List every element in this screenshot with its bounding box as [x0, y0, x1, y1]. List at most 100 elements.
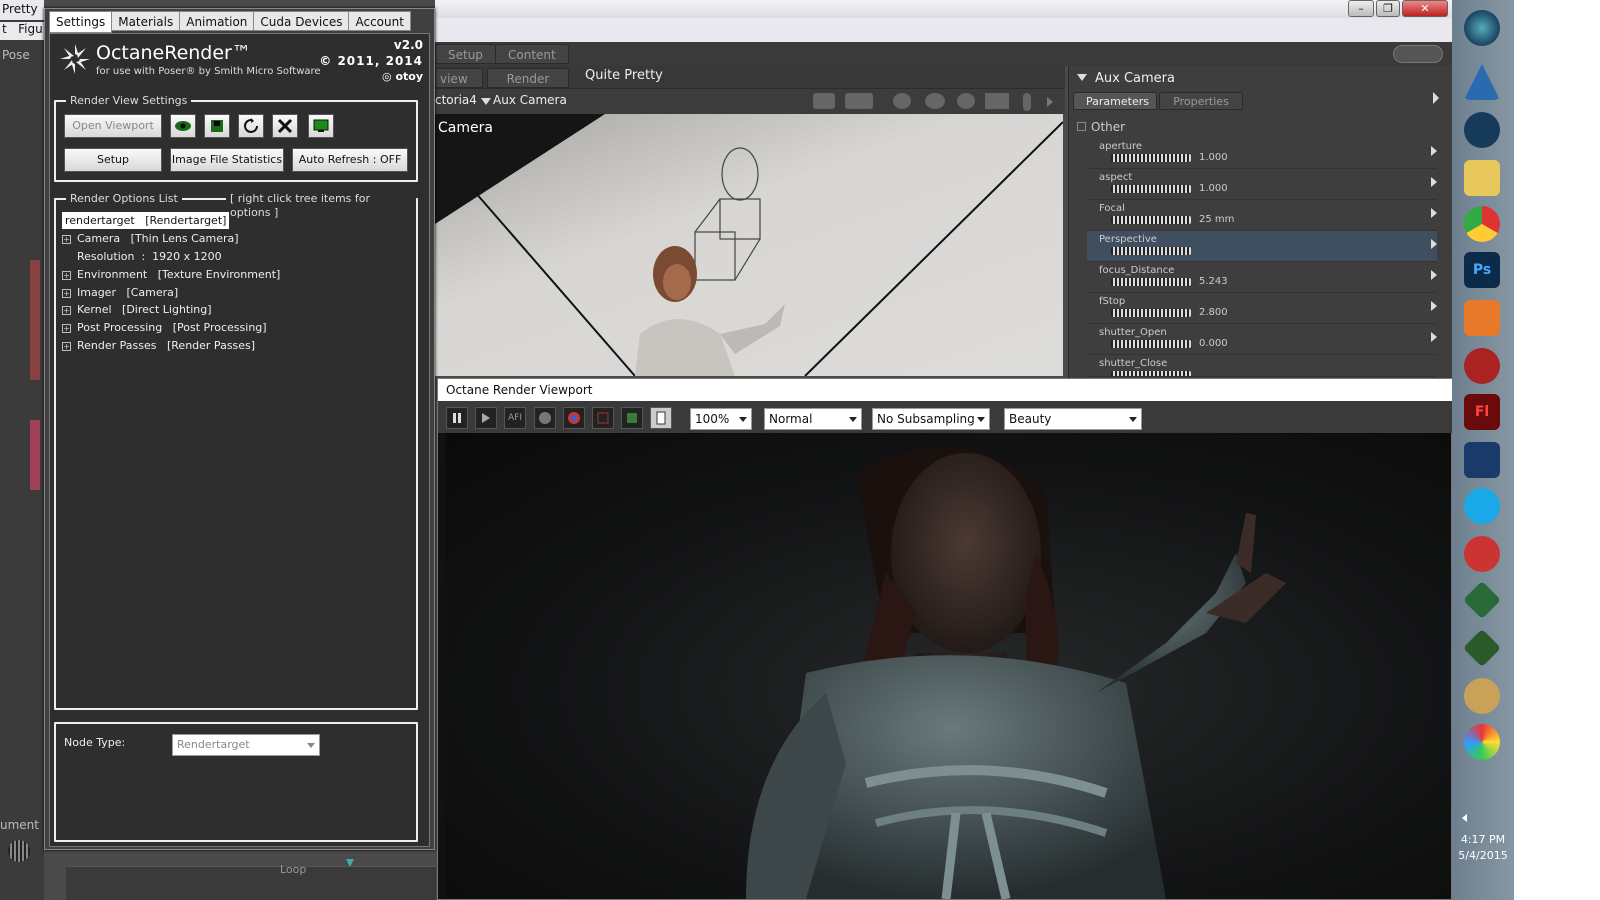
dial-icon[interactable] [1111, 154, 1191, 162]
dial-icon[interactable] [1111, 340, 1191, 348]
tab-properties[interactable]: Properties [1159, 92, 1243, 110]
tree-item-camera[interactable]: + Camera [Thin Lens Camera] [62, 230, 239, 247]
tab-animation[interactable]: Animation [179, 11, 255, 31]
chrome-icon[interactable] [1456, 202, 1508, 246]
chevron-right-icon[interactable] [1431, 301, 1437, 311]
param-aspect[interactable]: aspect 1.000 [1087, 169, 1437, 200]
stop-render-icon[interactable] [272, 114, 298, 138]
chevron-right-icon[interactable] [1431, 270, 1437, 280]
color-wheel-icon[interactable] [563, 407, 585, 429]
poser-3d-viewport[interactable]: Camera [435, 114, 1063, 376]
sketch-app-icon[interactable] [1456, 60, 1508, 104]
region-icon[interactable] [592, 407, 614, 429]
param-aperture[interactable]: aperture 1.000 [1087, 138, 1437, 169]
scale-icon[interactable] [1023, 93, 1031, 111]
media-player-icon[interactable] [1456, 296, 1508, 340]
maximize-button[interactable]: ❐ [1376, 0, 1400, 17]
setup-button[interactable]: Setup [64, 148, 162, 172]
tree-root-rendertarget[interactable]: rendertarget [Rendertarget] [62, 212, 230, 229]
system-clock[interactable]: 4:17 PM 5/4/2015 [1452, 832, 1514, 864]
chevron-right-icon[interactable] [1431, 177, 1437, 187]
tab-settings[interactable]: Settings [49, 11, 113, 33]
minimize-button[interactable]: – [1348, 0, 1374, 17]
group-collapse-icon[interactable] [1077, 122, 1086, 131]
expand-icon[interactable]: + [62, 305, 71, 315]
node-type-select[interactable]: Rendertarget [172, 734, 320, 756]
param-perspective[interactable]: Perspective [1087, 231, 1437, 262]
chevron-right-icon[interactable] [1431, 208, 1437, 218]
chevron-right-icon[interactable] [1431, 239, 1437, 249]
excel-red-icon[interactable] [1456, 578, 1508, 622]
tree-item-environment[interactable]: + Environment [Texture Environment] [62, 266, 280, 283]
chevron-down-icon[interactable] [1129, 417, 1137, 422]
render-output-canvas[interactable] [446, 433, 1451, 899]
chevron-down-icon[interactable] [739, 417, 747, 422]
tab-materials[interactable]: Materials [111, 11, 181, 31]
shield-app-icon[interactable] [1456, 532, 1508, 576]
poser-menu-fragment[interactable]: t Figu [0, 22, 44, 40]
paint-icon[interactable] [1456, 720, 1508, 764]
param-focal[interactable]: Focal 25 mm [1087, 200, 1437, 231]
save-image-icon[interactable] [204, 114, 230, 138]
expand-icon[interactable]: + [62, 323, 71, 333]
tree-item-post-processing[interactable]: + Post Processing [Post Processing] [62, 319, 267, 336]
tab-account[interactable]: Account [348, 11, 411, 31]
chevron-right-icon[interactable] [1431, 146, 1437, 156]
render-mode-select[interactable]: Normal [764, 408, 862, 430]
chevron-right-icon[interactable] [1433, 92, 1439, 104]
refresh-icon[interactable] [238, 114, 264, 138]
close-button[interactable]: ✕ [1402, 0, 1448, 17]
dial-icon[interactable] [1111, 247, 1191, 255]
camera-select[interactable]: Aux Camera [493, 93, 567, 107]
monitor-icon[interactable] [308, 114, 334, 138]
tree-item-resolution[interactable]: Resolution : 1920 x 1200 [77, 248, 222, 265]
trackball-icon[interactable] [893, 93, 911, 109]
tree-item-kernel[interactable]: + Kernel [Direct Lighting] [62, 301, 212, 318]
expand-icon[interactable]: + [62, 234, 71, 244]
flash-icon[interactable]: Fl [1456, 390, 1508, 434]
blue-app-icon[interactable] [1456, 438, 1508, 482]
timeline-marker-icon[interactable] [346, 859, 354, 867]
zoom-select[interactable]: 100% [690, 408, 752, 430]
param-fstop[interactable]: fStop 2.800 [1087, 293, 1437, 324]
camera-icon[interactable] [845, 93, 873, 109]
pose-thumbnail[interactable] [30, 420, 40, 490]
skype-icon[interactable] [1456, 484, 1508, 528]
expand-icon[interactable]: + [62, 288, 71, 298]
expand-icon[interactable]: + [62, 341, 71, 351]
dial-icon[interactable] [1111, 185, 1191, 193]
chevron-right-icon[interactable] [1047, 97, 1053, 107]
camera-icon[interactable] [813, 93, 835, 109]
tab-render[interactable]: Render [487, 68, 569, 88]
tree-item-render-passes[interactable]: + Render Passes [Render Passes] [62, 337, 255, 354]
room-toggle-icon[interactable] [1393, 45, 1443, 63]
sphere-icon[interactable] [534, 407, 556, 429]
param-shutter-open[interactable]: shutter_Open 0.000 [1087, 324, 1437, 355]
pause-icon[interactable] [446, 407, 468, 429]
dial-icon[interactable] [1111, 278, 1191, 286]
expand-icon[interactable]: + [62, 270, 71, 280]
collapse-icon[interactable] [1077, 74, 1087, 81]
tab-parameters[interactable]: Parameters [1073, 92, 1157, 110]
monkey-app-icon[interactable] [1456, 674, 1508, 718]
pose-thumbnail[interactable] [30, 260, 40, 380]
param-focus-distance[interactable]: focus_Distance 5.243 [1087, 262, 1437, 293]
show-hidden-icons-icon[interactable] [1462, 814, 1467, 822]
chevron-down-icon[interactable] [481, 98, 491, 105]
pick-focus-icon[interactable] [621, 407, 643, 429]
chevron-right-icon[interactable] [1431, 332, 1437, 342]
render-pass-select[interactable]: Beauty [1004, 408, 1142, 430]
play-icon[interactable] [475, 407, 497, 429]
chevron-down-icon[interactable] [977, 417, 985, 422]
open-viewport-button[interactable]: Open Viewport [64, 114, 162, 138]
chevron-down-icon[interactable] [307, 743, 315, 748]
file-explorer-icon[interactable] [1456, 156, 1508, 200]
rotate-icon[interactable] [925, 93, 945, 109]
image-file-statistics-button[interactable]: Image File Statistics [170, 148, 284, 172]
photoshop-icon[interactable]: Ps [1456, 248, 1508, 292]
red-app-icon[interactable] [1456, 344, 1508, 388]
trackball-icon[interactable] [8, 840, 30, 862]
auto-refresh-button[interactable]: Auto Refresh : OFF [292, 148, 408, 172]
dial-icon[interactable] [1111, 309, 1191, 317]
tab-cuda-devices[interactable]: Cuda Devices [253, 11, 350, 31]
